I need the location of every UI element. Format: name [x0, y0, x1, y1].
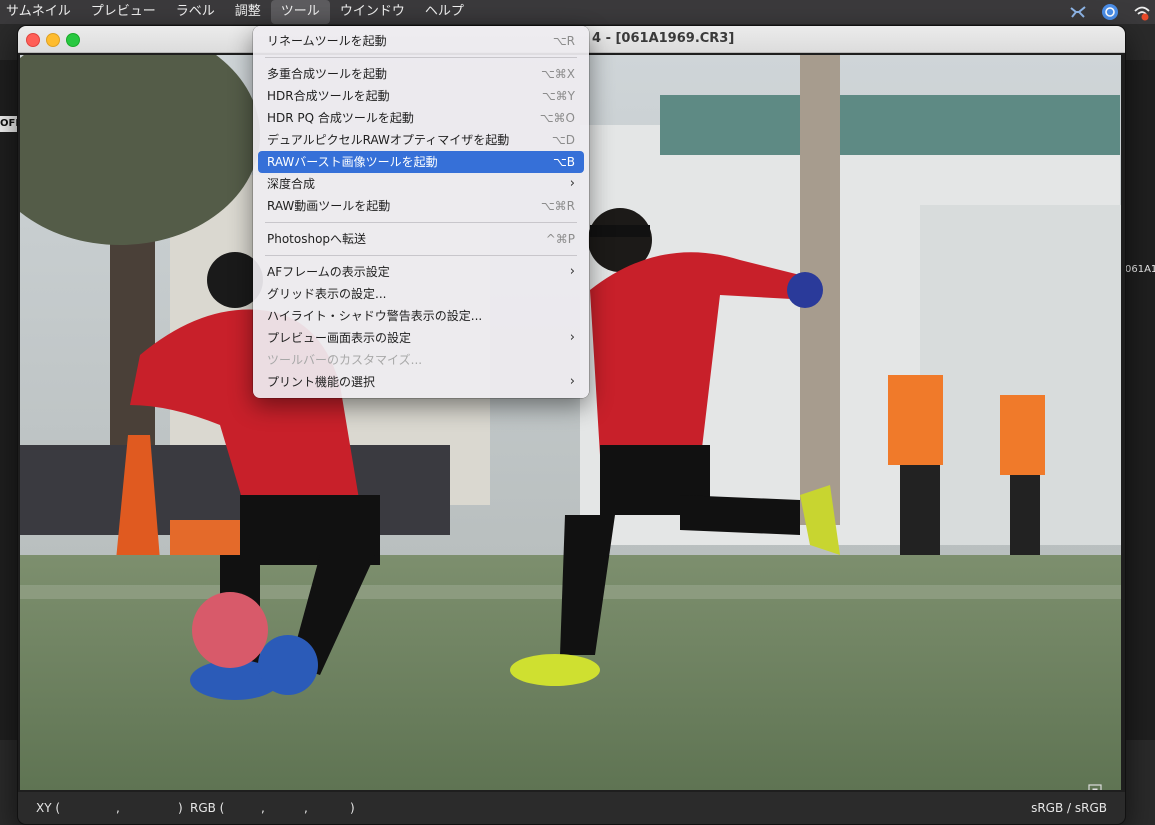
- menu-item-raw-video-tool[interactable]: RAW動画ツールを起動 ⌥⌘R: [258, 195, 584, 217]
- menu-item-grid-settings[interactable]: グリッド表示の設定...: [258, 283, 584, 305]
- menu-item-highlight-shadow-warning[interactable]: ハイライト・シャドウ警告表示の設定...: [258, 305, 584, 327]
- xy-label: XY (: [36, 801, 61, 815]
- fit-screen-icon[interactable]: [1088, 784, 1102, 790]
- menu-item-raw-burst-tool[interactable]: RAWバースト画像ツールを起動 ⌥B: [258, 151, 584, 173]
- menu-item-label: RAWバースト画像ツールを起動: [267, 155, 438, 169]
- menu-item-preview-display-settings[interactable]: プレビュー画面表示の設定 ›: [258, 327, 584, 349]
- menu-item-print-function[interactable]: プリント機能の選択 ›: [258, 371, 584, 393]
- status-icons: [1069, 0, 1155, 24]
- wifi-icon[interactable]: [1133, 3, 1151, 21]
- menubar: サムネイル プレビュー ラベル 調整 ツール ウインドウ ヘルプ: [0, 0, 1155, 24]
- zoom-button[interactable]: [66, 33, 80, 47]
- menu-item-shortcut: ⌥⌘O: [539, 111, 575, 125]
- menu-item-label: ハイライト・シャドウ警告表示の設定...: [267, 309, 483, 323]
- menu-item-label: 深度合成: [267, 177, 316, 191]
- menu-item-af-frame-settings[interactable]: AFフレームの表示設定 ›: [258, 261, 584, 283]
- color-profile: sRGB / sRGB: [1031, 801, 1107, 815]
- minimize-button[interactable]: [46, 33, 60, 47]
- tools-menu: リネームツールを起動 ⌥R 多重合成ツールを起動 ⌥⌘X HDR合成ツールを起動…: [253, 26, 589, 398]
- chevron-right-icon: ›: [569, 264, 575, 279]
- menu-item-shortcut: ⌥B: [552, 155, 575, 169]
- menu-item-customize-toolbar: ツールバーのカスタマイズ...: [258, 349, 584, 371]
- background-off-label: OFF: [0, 116, 17, 132]
- menu-item-dual-pixel-optimizer[interactable]: デュアルピクセルRAWオプティマイザを起動 ⌥D: [258, 129, 584, 151]
- menu-item-transfer-photoshop[interactable]: Photoshopへ転送 ^⌘P: [258, 228, 584, 250]
- menu-item-shortcut: ⌥R: [552, 34, 575, 48]
- menu-item-rename-tool[interactable]: リネームツールを起動 ⌥R: [258, 30, 584, 52]
- menu-item-label: Photoshopへ転送: [267, 232, 367, 246]
- menu-item-label: プレビュー画面表示の設定: [267, 331, 412, 345]
- menu-separator: [265, 222, 577, 223]
- close-button[interactable]: [26, 33, 40, 47]
- background-panel-right: [1125, 60, 1155, 740]
- menu-window[interactable]: ウインドウ: [330, 0, 415, 24]
- menu-item-label: プリント機能の選択: [267, 375, 376, 389]
- menu-preview[interactable]: プレビュー: [81, 0, 166, 24]
- menu-item-depth-compositing[interactable]: 深度合成 ›: [258, 173, 584, 195]
- menu-item-label: ツールバーのカスタマイズ...: [267, 353, 423, 367]
- menu-item-shortcut: ⌥⌘Y: [541, 89, 575, 103]
- rgb-comma-2: ,: [304, 801, 308, 815]
- menu-item-label: HDR合成ツールを起動: [267, 89, 390, 103]
- chevron-right-icon: ›: [569, 176, 575, 191]
- menu-separator: [265, 255, 577, 256]
- sync-icon[interactable]: [1101, 3, 1119, 21]
- status-bar: XY ( , ) RGB ( , , ) sRGB / sRGB: [18, 792, 1125, 824]
- menu-adjust[interactable]: 調整: [225, 0, 271, 24]
- menu-thumbnail[interactable]: サムネイル: [0, 0, 81, 24]
- menu-item-label: リネームツールを起動: [267, 34, 387, 48]
- chevron-right-icon: ›: [569, 330, 575, 345]
- menu-item-label: RAW動画ツールを起動: [267, 199, 391, 213]
- menu-item-label: HDR PQ 合成ツールを起動: [267, 111, 414, 125]
- menu-separator: [265, 57, 577, 58]
- rgb-close: ): [350, 801, 355, 815]
- rgb-label: RGB (: [190, 801, 225, 815]
- menu-item-label: グリッド表示の設定...: [267, 287, 387, 301]
- menu-item-hdr-pq-tool[interactable]: HDR PQ 合成ツールを起動 ⌥⌘O: [258, 107, 584, 129]
- menu-item-shortcut: ⌥⌘X: [540, 67, 575, 81]
- background-filename: 061A1S: [1125, 264, 1155, 275]
- rgb-comma-1: ,: [261, 801, 265, 815]
- menu-item-label: AFフレームの表示設定: [267, 265, 390, 279]
- menu-item-label: 多重合成ツールを起動: [267, 67, 388, 81]
- xy-close: ): [178, 801, 183, 815]
- menu-label[interactable]: ラベル: [166, 0, 225, 24]
- menu-item-label: デュアルピクセルRAWオプティマイザを起動: [267, 133, 510, 147]
- menu-tools[interactable]: ツール: [270, 0, 330, 24]
- background-panel-left: [0, 60, 18, 740]
- menu-item-shortcut: ⌥⌘R: [540, 199, 575, 213]
- xy-comma: ,: [116, 801, 120, 815]
- chevron-right-icon: ›: [569, 374, 575, 389]
- menu-item-shortcut: ⌥D: [551, 133, 575, 147]
- menu-item-multiple-exposure[interactable]: 多重合成ツールを起動 ⌥⌘X: [258, 63, 584, 85]
- menu-help[interactable]: ヘルプ: [415, 0, 474, 24]
- menu-item-hdr-tool[interactable]: HDR合成ツールを起動 ⌥⌘Y: [258, 85, 584, 107]
- window-title: 4 - [061A1969.CR3]: [592, 31, 735, 46]
- twitter-bird-icon[interactable]: [1069, 3, 1087, 21]
- menu-item-shortcut: ^⌘P: [545, 232, 575, 246]
